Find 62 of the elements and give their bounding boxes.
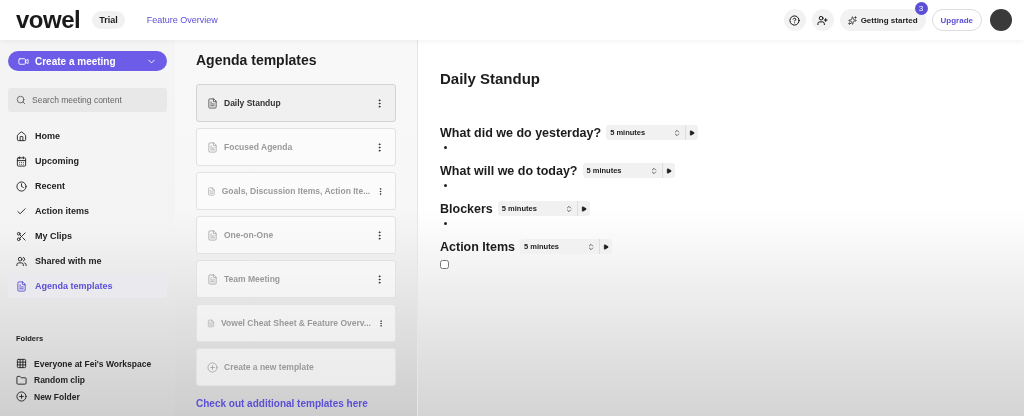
bullet-point xyxy=(444,184,447,187)
video-camera-icon xyxy=(18,55,29,67)
panel-title: Agenda templates xyxy=(196,52,318,68)
clock-icon xyxy=(16,180,27,192)
sidebar-item[interactable]: My Clips xyxy=(8,224,167,249)
updown-icon xyxy=(649,166,658,175)
feature-overview-link[interactable]: Feature Overview xyxy=(146,15,218,25)
document-icon xyxy=(16,280,27,292)
section-heading: What will we do today? xyxy=(440,163,578,178)
folder-item[interactable]: Random clip xyxy=(8,371,167,389)
plus-circle-icon xyxy=(16,391,27,403)
bullet-point xyxy=(444,222,447,225)
document-icon xyxy=(207,229,218,241)
notification-count: 3 xyxy=(914,2,928,15)
updown-icon xyxy=(587,242,595,251)
invite-button[interactable] xyxy=(811,9,834,31)
help-button[interactable] xyxy=(783,9,806,31)
sidebar-item[interactable]: Agenda templates xyxy=(8,274,167,299)
section-heading: What did we do yesterday? xyxy=(440,125,602,140)
document-icon xyxy=(207,185,216,197)
sidebar-item[interactable]: Recent xyxy=(8,174,167,199)
play-icon xyxy=(580,205,587,212)
template-card[interactable]: Daily Standup xyxy=(196,84,396,122)
search-icon xyxy=(16,95,26,106)
checkbox[interactable] xyxy=(440,260,449,269)
checkmark-icon xyxy=(16,205,27,217)
play-icon xyxy=(689,129,696,136)
document-icon xyxy=(207,97,218,109)
avatar[interactable] xyxy=(990,9,1012,31)
grid-icon xyxy=(16,358,27,370)
scissors-icon xyxy=(16,230,27,242)
plus-circle-icon xyxy=(207,361,218,373)
play-icon xyxy=(665,167,672,174)
people-icon xyxy=(16,255,27,267)
sidebar-item[interactable]: Upcoming xyxy=(8,149,167,174)
sidebar-item[interactable]: Home xyxy=(8,124,167,149)
plan-badge: Trial xyxy=(92,11,125,29)
sparkle-icon xyxy=(847,15,857,25)
document-icon xyxy=(207,317,216,329)
updown-icon xyxy=(564,204,573,213)
bullet-point xyxy=(444,146,447,149)
logo: vowel xyxy=(16,6,81,34)
sidebar-item[interactable]: Shared with me xyxy=(8,249,167,274)
folder-icon xyxy=(16,374,27,386)
section-heading: Blockers xyxy=(440,201,493,216)
create-meeting-button[interactable]: Create a meeting xyxy=(8,51,167,72)
document-icon xyxy=(207,141,218,153)
agenda-title: Daily Standup xyxy=(440,70,541,87)
add-user-icon xyxy=(817,14,829,26)
sidebar-item[interactable]: Action items xyxy=(8,199,167,224)
help-icon xyxy=(789,14,801,26)
additional-templates-link[interactable]: Check out additional templates here xyxy=(196,398,396,409)
folder-item[interactable]: New Folder xyxy=(8,388,167,405)
play-icon xyxy=(603,243,609,250)
updown-icon xyxy=(673,128,682,137)
search-field[interactable]: Search meeting content xyxy=(8,88,167,113)
home-icon xyxy=(16,130,27,142)
section-heading: Action Items xyxy=(440,239,515,254)
upgrade-button[interactable]: Upgrade xyxy=(931,9,982,31)
calendar-icon xyxy=(16,155,27,167)
document-icon xyxy=(207,273,218,285)
folder-item[interactable]: Everyone at Fei's Workspace xyxy=(8,355,167,372)
